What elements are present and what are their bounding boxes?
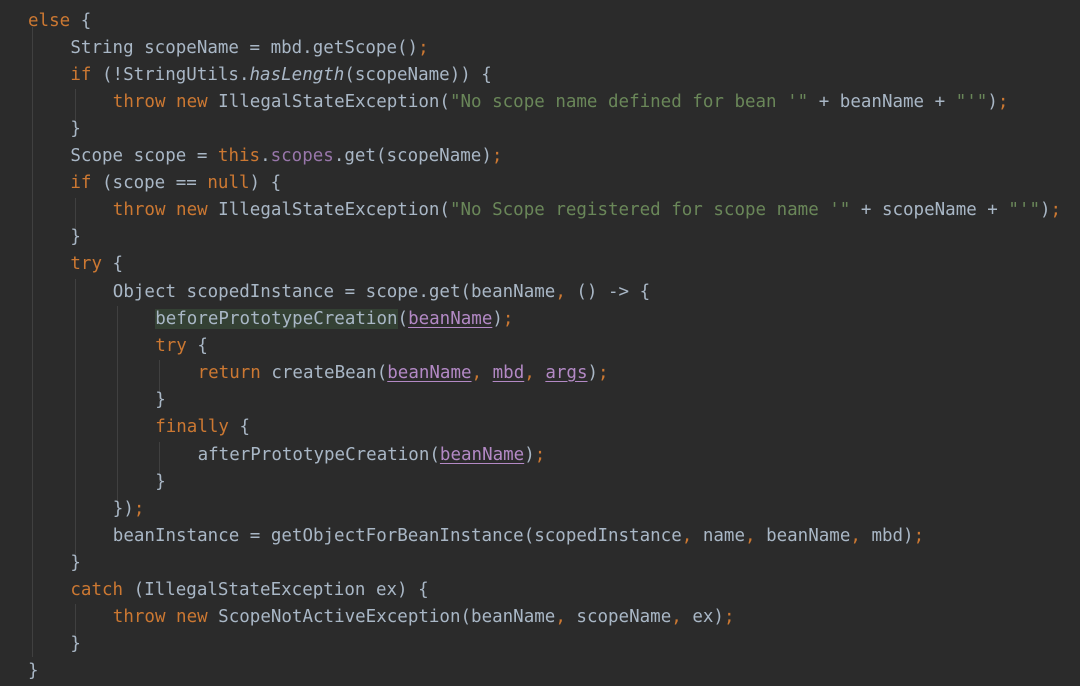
code-editor[interactable]: else {String scopeName = mbd.getScope();… (0, 0, 1080, 686)
code-line[interactable]: } (70, 224, 81, 251)
indent-guide (75, 279, 76, 559)
code-line[interactable]: throw new IllegalStateException("No Scop… (113, 197, 1061, 224)
code-line[interactable]: catch (IllegalStateException ex) { (70, 577, 428, 604)
code-line[interactable]: return createBean(beanName, mbd, args); (198, 360, 609, 387)
code-line[interactable]: try { (155, 333, 208, 360)
code-line[interactable]: String scopeName = mbd.getScope(); (70, 35, 428, 62)
code-line[interactable]: Object scopedInstance = scope.get(beanNa… (113, 279, 650, 306)
code-line[interactable]: if (scope == null) { (70, 170, 281, 197)
code-line[interactable]: else { (28, 8, 91, 35)
code-line[interactable]: } (28, 658, 39, 685)
code-line[interactable]: throw new ScopeNotActiveException(beanNa… (113, 604, 735, 631)
code-line[interactable]: afterPrototypeCreation(beanName); (198, 442, 546, 469)
code-line[interactable]: Scope scope = this.scopes.get(scopeName)… (70, 143, 502, 170)
code-line[interactable]: }); (113, 496, 145, 523)
code-line[interactable]: } (70, 550, 81, 577)
code-line[interactable]: if (!StringUtils.hasLength(scopeName)) { (70, 62, 491, 89)
code-line[interactable]: beforePrototypeCreation(beanName); (155, 306, 513, 333)
code-line[interactable]: } (70, 116, 81, 143)
code-line[interactable]: try { (70, 251, 123, 278)
code-line[interactable]: } (155, 469, 166, 496)
code-line[interactable]: } (70, 631, 81, 658)
code-line[interactable]: throw new IllegalStateException("No scop… (113, 89, 1009, 116)
code-line[interactable]: finally { (155, 414, 250, 441)
code-line[interactable]: beanInstance = getObjectForBeanInstance(… (113, 523, 924, 550)
indent-guide (32, 27, 33, 657)
code-line[interactable]: } (155, 387, 166, 414)
indent-guide (117, 306, 118, 506)
